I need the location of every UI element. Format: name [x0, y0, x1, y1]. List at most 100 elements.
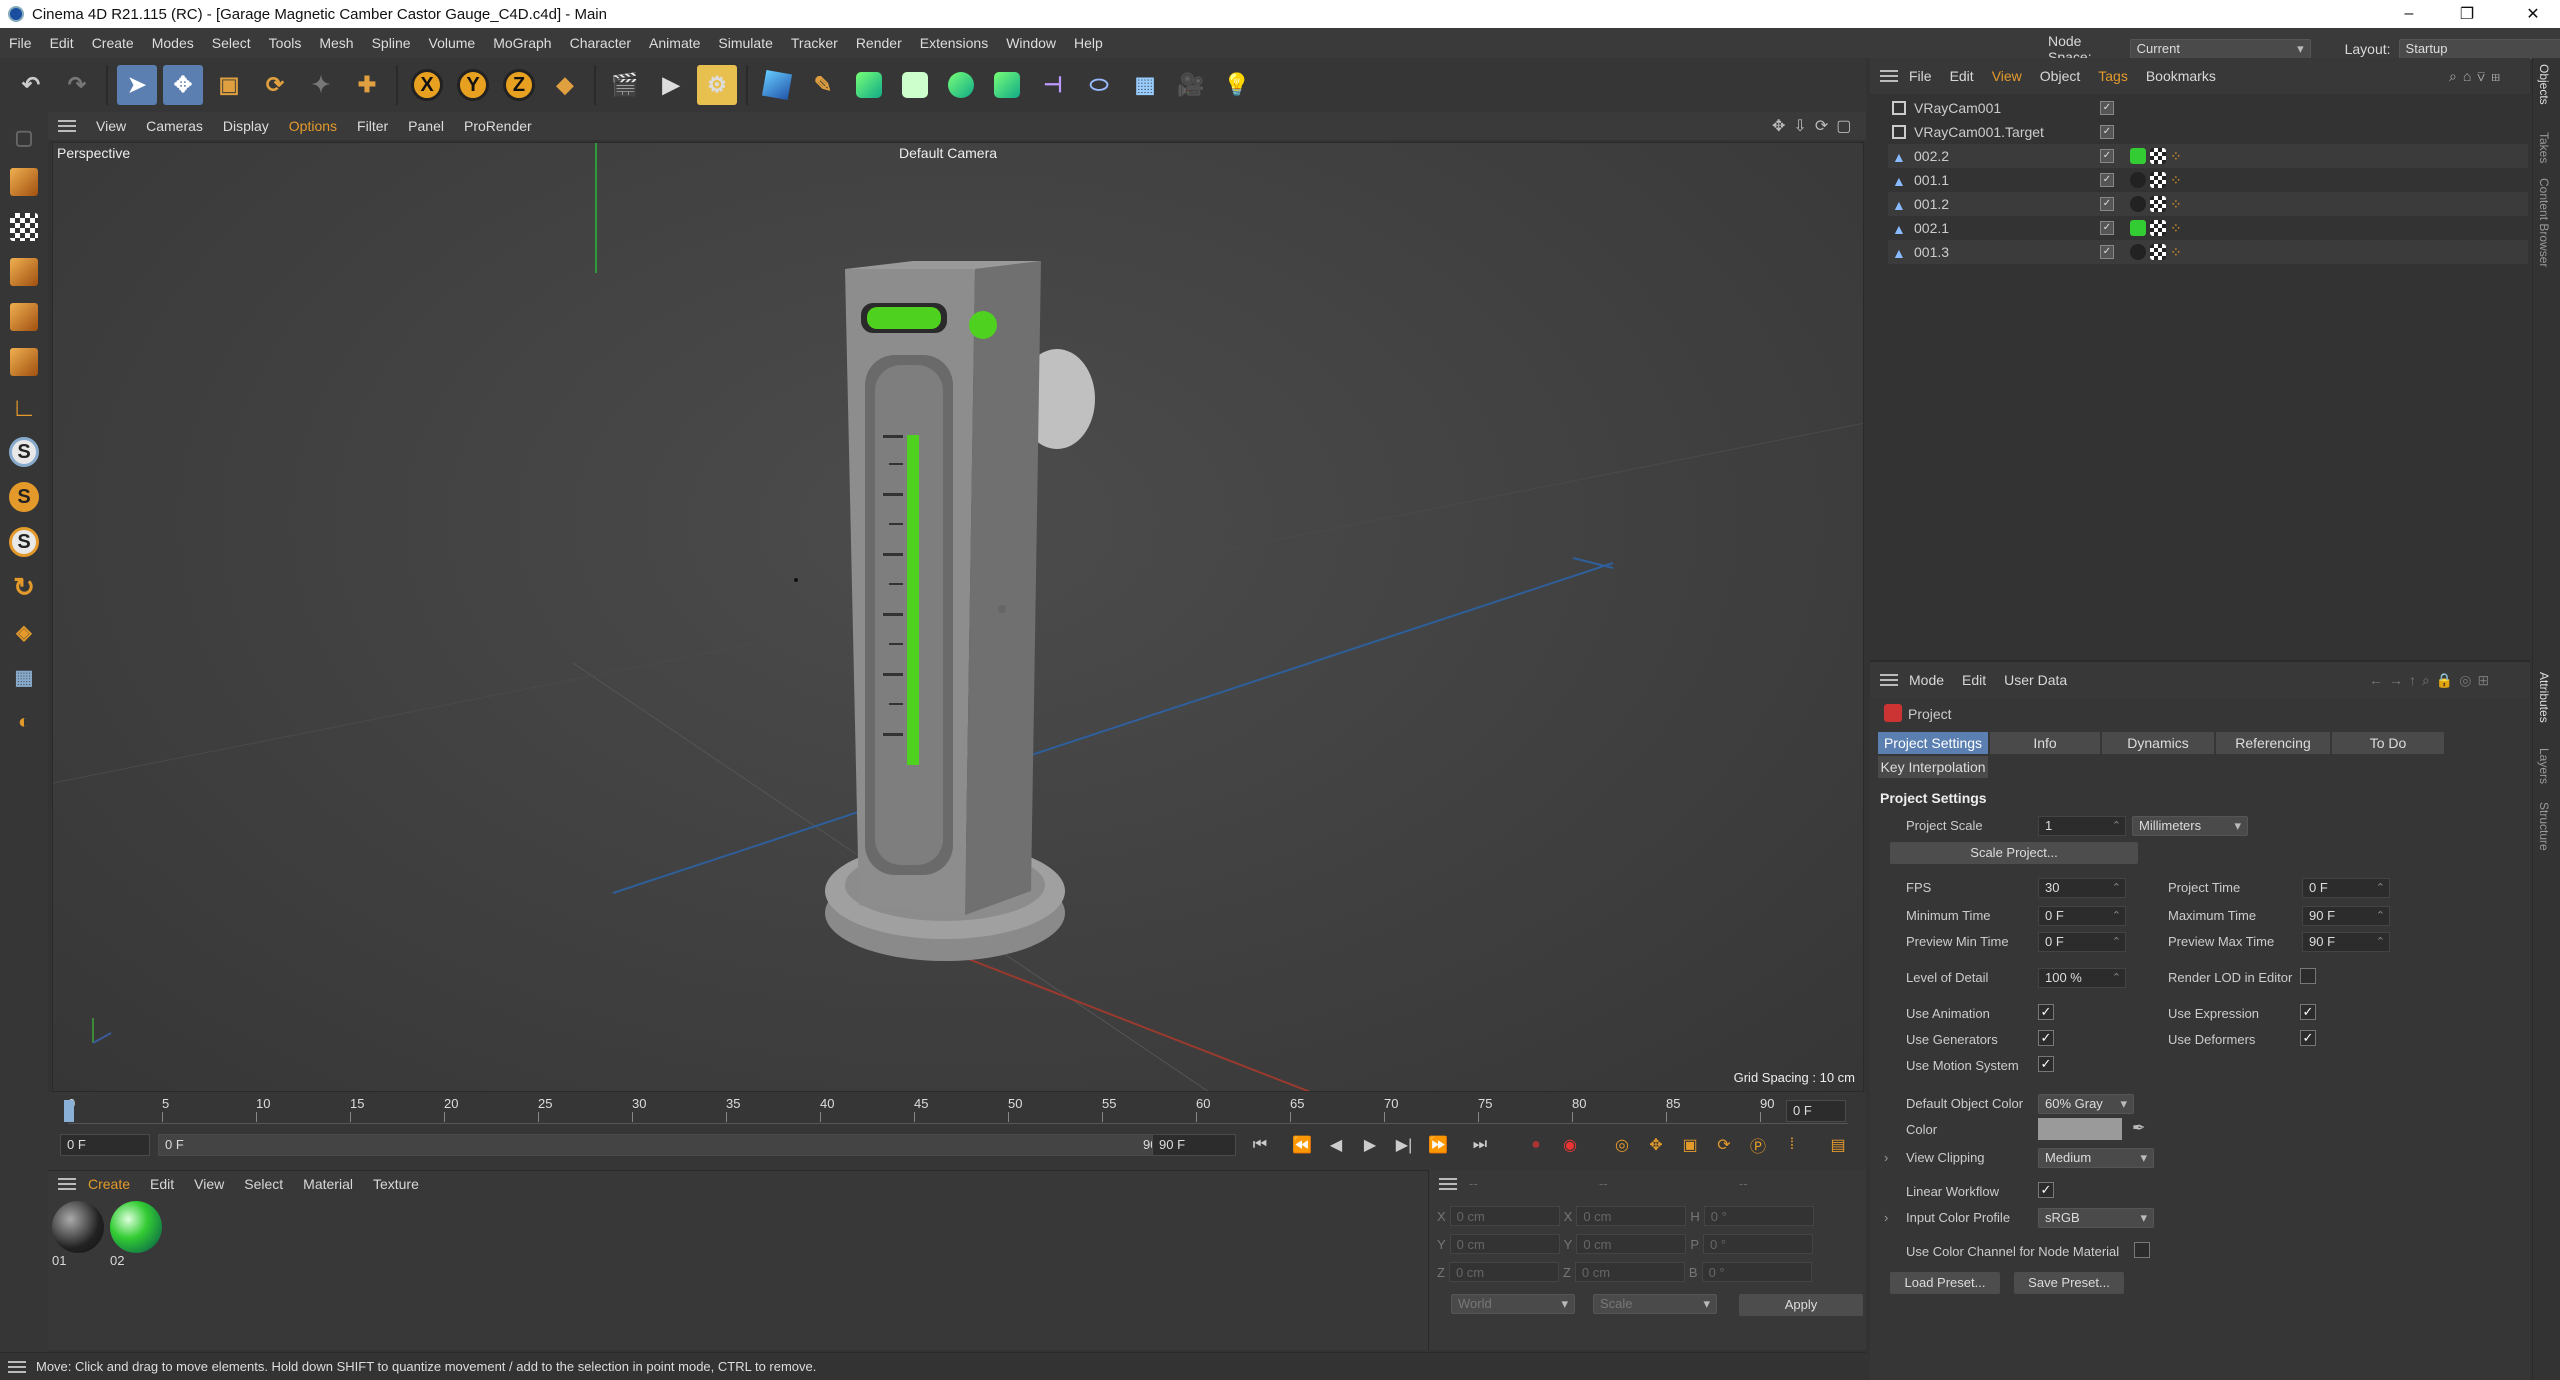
viewport-nav-icons[interactable]: ✥⇩⟳▢ [1772, 116, 1859, 136]
visibility-toggle[interactable]: ✓ [2100, 149, 2114, 163]
minimum-time-field[interactable]: 0 F [2038, 906, 2126, 926]
object-row[interactable]: VRayCam001 ✓ [1888, 96, 2528, 120]
objects-menu-view[interactable]: View [1983, 68, 2031, 84]
material-menu-material[interactable]: Material [293, 1176, 363, 1192]
menu-window[interactable]: Window [997, 35, 1065, 51]
material-menu-edit[interactable]: Edit [140, 1176, 184, 1192]
viewport-hamburger-icon[interactable] [58, 120, 76, 132]
material-menu-create[interactable]: Create [78, 1176, 140, 1192]
project-time-field[interactable]: 0 F [2302, 878, 2390, 898]
tweak-magnet-icon[interactable]: ↻ [4, 567, 44, 607]
move-tool-icon[interactable]: ✥ [163, 65, 203, 105]
expand-arrow-icon[interactable]: › [1884, 1150, 1888, 1165]
redo-icon[interactable]: ↷ [57, 65, 97, 105]
menu-create[interactable]: Create [83, 35, 143, 51]
attributes-menu-mode[interactable]: Mode [1900, 672, 1953, 688]
quantize-icon[interactable]: S [4, 477, 44, 517]
previous-frame-icon[interactable]: ◀ [1322, 1132, 1350, 1158]
select-tool-icon[interactable]: ➤ [117, 65, 157, 105]
pen-spline-icon[interactable]: ✎ [803, 65, 843, 105]
rotation-b-field[interactable]: 0 ° [1701, 1262, 1812, 1282]
menu-select[interactable]: Select [203, 35, 260, 51]
visibility-toggle[interactable]: ✓ [2100, 173, 2114, 187]
current-frame-field[interactable]: 0 F [1786, 1100, 1846, 1122]
point-level-key-icon[interactable]: ⁞ [1778, 1132, 1806, 1158]
material-tag-icon[interactable] [2130, 148, 2146, 164]
scale-tool-icon[interactable]: ▣ [209, 65, 249, 105]
play-icon[interactable]: ▶ [1356, 1132, 1384, 1158]
menu-tools[interactable]: Tools [260, 35, 311, 51]
objects-menu-file[interactable]: File [1900, 68, 1941, 84]
viewport-menu-view[interactable]: View [86, 118, 136, 134]
points-mode-icon[interactable] [4, 252, 44, 292]
cube-primitive-icon[interactable] [757, 65, 797, 105]
menu-help[interactable]: Help [1065, 35, 1112, 51]
default-object-color-dropdown[interactable]: 60% Gray [2038, 1094, 2134, 1114]
maximum-time-field[interactable]: 90 F [2302, 906, 2390, 926]
rotate-tool-icon[interactable]: ⟳ [255, 65, 295, 105]
mograph-matrix-icon[interactable] [987, 65, 1027, 105]
menu-mesh[interactable]: Mesh [310, 35, 362, 51]
light-icon[interactable]: 💡 [1217, 65, 1257, 105]
solo-icon[interactable]: S [4, 522, 44, 562]
preview-max-time-field[interactable]: 90 F [2302, 932, 2390, 952]
use-motion-system-checkbox[interactable]: ✓ [2038, 1056, 2054, 1072]
next-frame-icon[interactable]: ▶| [1390, 1132, 1418, 1158]
start-frame-field[interactable]: 0 F [60, 1134, 150, 1156]
selection-tag-icon[interactable]: ⁘ [2170, 148, 2186, 164]
side-tab-attributes[interactable]: Attributes [2537, 672, 2551, 723]
playhead[interactable] [64, 1100, 74, 1122]
attributes-hamburger-icon[interactable] [1880, 674, 1898, 686]
tab-referencing[interactable]: Referencing [2216, 732, 2330, 754]
status-hamburger-icon[interactable] [8, 1361, 26, 1373]
autokey-icon[interactable]: ◉ [1556, 1132, 1584, 1158]
expand-arrow-icon[interactable]: › [1884, 1210, 1888, 1225]
uvw-tag-icon[interactable] [2150, 196, 2166, 212]
go-to-end-icon[interactable]: ⏭ [1466, 1132, 1494, 1158]
material-tag-icon[interactable] [2130, 196, 2146, 212]
side-tab-takes[interactable]: Takes [2537, 132, 2551, 163]
visibility-toggle[interactable]: ✓ [2100, 197, 2114, 211]
size-mode-dropdown[interactable]: Scale [1593, 1294, 1717, 1314]
viewport-menu-filter[interactable]: Filter [347, 118, 398, 134]
size-z-field[interactable]: 0 cm [1574, 1262, 1685, 1282]
side-tab-layers[interactable]: Layers [2537, 748, 2551, 784]
save-preset-button[interactable]: Save Preset... [2014, 1272, 2124, 1294]
material-tag-icon[interactable] [2130, 220, 2146, 236]
selection-tag-icon[interactable]: ⁘ [2170, 220, 2186, 236]
cloner-icon[interactable] [941, 65, 981, 105]
node-space-dropdown[interactable]: Current (Standard/Physical) [2129, 39, 2311, 74]
viewport-menu-cameras[interactable]: Cameras [136, 118, 213, 134]
position-z-field[interactable]: 0 cm [1448, 1262, 1559, 1282]
side-tab-structure[interactable]: Structure [2537, 802, 2551, 851]
render-view-icon[interactable]: 🎬 [605, 65, 645, 105]
viewport-menu-display[interactable]: Display [213, 118, 279, 134]
material-menu-texture[interactable]: Texture [363, 1176, 429, 1192]
position-x-field[interactable]: 0 cm [1449, 1206, 1560, 1226]
material-menu-select[interactable]: Select [234, 1176, 293, 1192]
array-generator-icon[interactable] [895, 65, 935, 105]
rotation-p-field[interactable]: 0 ° [1703, 1234, 1814, 1254]
x-axis-lock-icon[interactable]: X [407, 65, 447, 105]
size-y-field[interactable]: 0 cm [1576, 1234, 1687, 1254]
axis-mode-icon[interactable]: ∟ [4, 387, 44, 427]
attributes-menu-user-data[interactable]: User Data [1995, 672, 2076, 688]
keyframe-selection-icon[interactable]: ◎ [1608, 1132, 1636, 1158]
selection-tag-icon[interactable]: ⁘ [2170, 244, 2186, 260]
view-clipping-dropdown[interactable]: Medium [2038, 1148, 2154, 1168]
load-preset-button[interactable]: Load Preset... [1890, 1272, 2000, 1294]
visibility-toggle[interactable]: ✓ [2100, 101, 2114, 115]
menu-mograph[interactable]: MoGraph [484, 35, 560, 51]
node-material-checkbox[interactable] [2134, 1242, 2150, 1258]
render-to-picture-viewer-icon[interactable]: ▶ [651, 65, 691, 105]
linear-workflow-checkbox[interactable]: ✓ [2038, 1182, 2054, 1198]
viewport-menu-options[interactable]: Options [279, 118, 347, 134]
menu-edit[interactable]: Edit [41, 35, 83, 51]
tab-project-settings[interactable]: Project Settings [1878, 732, 1988, 754]
position-y-field[interactable]: 0 cm [1449, 1234, 1560, 1254]
subdivision-surface-icon[interactable] [849, 65, 889, 105]
selection-tag-icon[interactable]: ⁘ [2170, 196, 2186, 212]
timeline-ruler[interactable]: 0 5 10 15 20 25 30 35 40 45 50 55 60 65 … [64, 1096, 1848, 1124]
menu-character[interactable]: Character [561, 35, 640, 51]
objects-search-filter-icons[interactable]: ⌕⌂⊽⊞ [2440, 68, 2515, 85]
